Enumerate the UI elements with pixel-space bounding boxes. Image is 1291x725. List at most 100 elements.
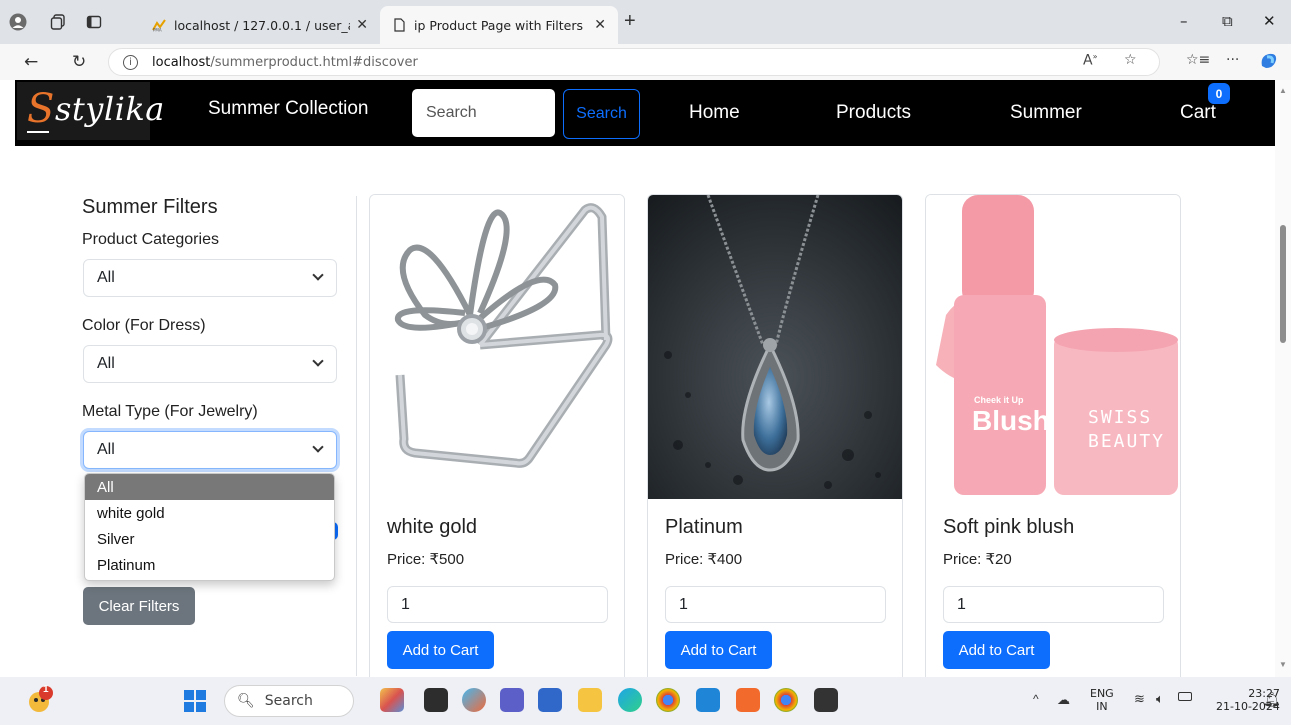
workspaces-icon[interactable]: [48, 12, 68, 32]
product-name: Soft pink blush: [943, 516, 1075, 538]
quantity-input[interactable]: 1: [665, 586, 886, 623]
address-bar-row: ← ↻ i localhost/summerproduct.html#disco…: [0, 44, 1291, 80]
tab-product-page[interactable]: ip Product Page with Filters ✕: [380, 6, 618, 44]
nav-link-products[interactable]: Products: [836, 102, 911, 124]
tab-title: ip Product Page with Filters: [414, 17, 584, 33]
quantity-input[interactable]: 1: [943, 586, 1164, 623]
notification-bell-icon[interactable]: 🔔︎: [1263, 691, 1281, 708]
scroll-down-icon[interactable]: ▼: [1279, 660, 1287, 669]
wifi-icon[interactable]: ≋: [1134, 691, 1145, 707]
xampp-icon[interactable]: [736, 688, 760, 712]
logo-underline: [27, 131, 49, 133]
product-card: Platinum Price: ₹400 1 Add to Cart: [647, 194, 903, 677]
scrollbar-thumb[interactable]: [1280, 225, 1286, 343]
svg-text:PMA: PMA: [153, 28, 162, 33]
new-tab-icon[interactable]: +: [624, 10, 636, 33]
dropdown-option[interactable]: All: [85, 474, 334, 500]
close-window-icon[interactable]: ✕: [1263, 12, 1276, 30]
product-card: Cheek it Up Blush SWISS BEAUTY Soft pink…: [925, 194, 1181, 677]
copilot-icon[interactable]: [1258, 50, 1280, 76]
quantity-input[interactable]: 1: [387, 586, 608, 623]
language-indicator[interactable]: ENG IN: [1090, 687, 1114, 713]
snipping-tool-icon[interactable]: [424, 688, 448, 712]
product-price: Price: ₹500: [387, 551, 465, 568]
teams-icon[interactable]: [500, 688, 524, 712]
browser-tab-bar: PMA localhost / 127.0.0.1 / user_auth / …: [0, 0, 1291, 44]
profile-icon[interactable]: [8, 12, 28, 32]
add-to-cart-button[interactable]: Add to Cart: [387, 631, 494, 669]
restore-icon[interactable]: ⧉: [1222, 12, 1233, 30]
back-icon[interactable]: ←: [24, 52, 38, 72]
page-scrollbar[interactable]: ▲ ▼: [1275, 80, 1291, 677]
tab-actions-icon[interactable]: [84, 12, 104, 32]
product-image-pendant[interactable]: [648, 195, 902, 499]
file-explorer-icon[interactable]: [578, 688, 602, 712]
add-to-cart-button[interactable]: Add to Cart: [943, 631, 1050, 669]
color-filter-select[interactable]: All: [83, 345, 337, 383]
notification-count: 1: [43, 684, 49, 695]
vscode-icon[interactable]: [696, 688, 720, 712]
site-info-icon[interactable]: i: [123, 54, 138, 70]
brand-title[interactable]: Summer Collection: [208, 98, 369, 120]
dropdown-option[interactable]: Silver: [85, 526, 334, 552]
read-aloud-icon[interactable]: A»: [1083, 52, 1097, 69]
widgets-icon[interactable]: [26, 685, 56, 720]
windows-start-icon[interactable]: [184, 690, 206, 717]
color-filter-label: Color (For Dress): [82, 317, 206, 334]
edge-icon[interactable]: [618, 688, 642, 712]
tab-close-icon[interactable]: ✕: [594, 17, 606, 33]
terminal-icon[interactable]: [814, 688, 838, 712]
search-input[interactable]: Search: [412, 89, 555, 137]
filters-title: Summer Filters: [82, 196, 218, 218]
favorite-star-icon[interactable]: ☆: [1124, 52, 1137, 68]
scroll-up-icon[interactable]: ▲: [1279, 86, 1287, 95]
product-image-blush[interactable]: Cheek it Up Blush SWISS BEAUTY: [926, 195, 1180, 499]
metal-dropdown-list: All white gold Silver Platinum: [84, 473, 335, 581]
taskbar-search[interactable]: 🔍︎ Search: [224, 685, 354, 717]
category-filter-select[interactable]: All: [83, 259, 337, 297]
favorites-list-icon[interactable]: ☆≡: [1186, 52, 1210, 68]
product-image-ring[interactable]: [370, 195, 624, 499]
search-button[interactable]: Search: [563, 89, 640, 139]
minimize-icon[interactable]: –: [1180, 12, 1188, 30]
url-path: /summerproduct.html#discover: [210, 54, 418, 70]
packaging-brand: BEAUTY: [1088, 431, 1166, 452]
color-select-value: All: [97, 355, 115, 372]
store-icon[interactable]: [538, 688, 562, 712]
clear-filters-button[interactable]: Clear Filters: [83, 587, 195, 625]
site-logo[interactable]: S stylika: [17, 82, 164, 140]
site-navbar: S stylika Summer Collection Search Searc…: [15, 80, 1275, 146]
copilot-app-icon[interactable]: [462, 688, 486, 712]
packaging-text: Cheek it Up: [974, 395, 1024, 405]
onedrive-icon[interactable]: ☁: [1057, 692, 1070, 708]
chevron-down-icon: [312, 355, 324, 367]
tab-phpmyadmin[interactable]: PMA localhost / 127.0.0.1 / user_auth / …: [140, 6, 380, 44]
dropdown-option[interactable]: white gold: [85, 500, 334, 526]
product-price: Price: ₹20: [943, 551, 1012, 568]
more-options-icon[interactable]: ···: [1226, 52, 1239, 68]
dropdown-option[interactable]: Platinum: [85, 552, 334, 578]
page-favicon-icon: [392, 18, 406, 32]
product-name: Platinum: [665, 516, 743, 538]
nav-link-cart[interactable]: Cart: [1180, 102, 1216, 124]
battery-icon[interactable]: [1178, 692, 1192, 701]
sidebar-divider: [356, 196, 357, 676]
phpmyadmin-favicon-icon: PMA: [152, 18, 166, 33]
chrome-icon[interactable]: [656, 688, 680, 712]
product-name: white gold: [387, 516, 478, 538]
metal-select-value: All: [97, 441, 115, 458]
url-host: localhost: [152, 54, 211, 70]
url-field[interactable]: i localhost/summerproduct.html#discover: [108, 48, 1160, 76]
tray-overflow-icon[interactable]: ^: [1033, 692, 1039, 706]
nav-link-summer[interactable]: Summer: [1010, 102, 1082, 124]
chevron-down-icon: [312, 269, 324, 281]
volume-icon[interactable]: 🔈︎: [1156, 691, 1164, 707]
add-to-cart-button[interactable]: Add to Cart: [665, 631, 772, 669]
tab-close-icon[interactable]: ✕: [356, 17, 368, 33]
paint-app-icon[interactable]: [380, 688, 404, 712]
refresh-icon[interactable]: ↻: [72, 52, 86, 72]
metal-filter-select[interactable]: All: [83, 431, 337, 469]
chrome-profile-icon[interactable]: [774, 688, 798, 712]
tab-title: localhost / 127.0.0.1 / user_auth /: [174, 17, 350, 33]
nav-link-home[interactable]: Home: [689, 102, 740, 124]
